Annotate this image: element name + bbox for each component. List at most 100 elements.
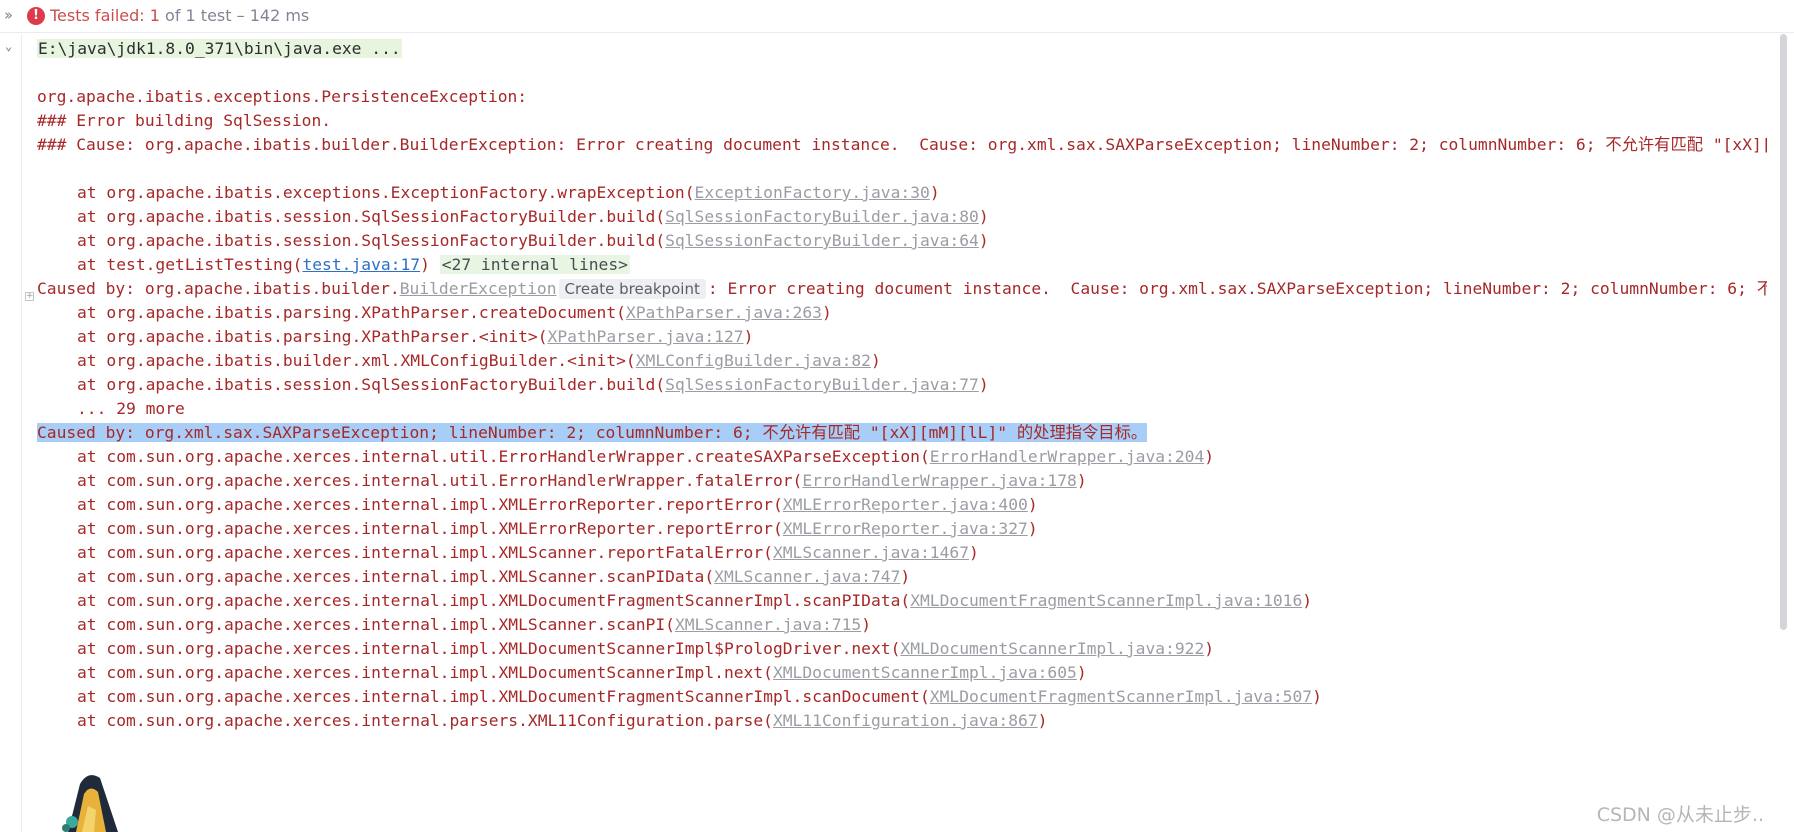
source-link[interactable]: XMLScanner.java:747 [714,567,900,586]
stack-frame-method: at org.apache.ibatis.builder.xml.XMLConf… [77,351,636,370]
stack-frame-close: ) [969,543,979,562]
source-link[interactable]: XPathParser.java:127 [548,327,744,346]
stack-frame-close: ) [900,567,911,586]
failed-count: 1 [149,6,160,25]
exception-line: ### Error building SqlSession. [37,111,332,130]
stack-frame: at com.sun.org.apache.xerces.internal.im… [37,685,1322,709]
source-link[interactable]: XMLConfigBuilder.java:82 [636,351,871,370]
command-text: E:\java\jdk1.8.0_371\bin\java.exe ... [37,39,402,58]
stack-frame-method: at com.sun.org.apache.xerces.internal.im… [77,519,783,538]
stack-frame-method: at com.sun.org.apache.xerces.internal.pa… [77,711,773,730]
stack-frame-close: ) [1204,639,1215,658]
stack-frame-method: at org.apache.ibatis.session.SqlSessionF… [77,207,666,226]
stack-frame-method: at com.sun.org.apache.xerces.internal.im… [77,663,773,682]
source-link[interactable]: SqlSessionFactoryBuilder.java:77 [665,375,979,394]
stack-frame-method: at org.apache.ibatis.parsing.XPathParser… [77,327,548,346]
stack-frame: at com.sun.org.apache.xerces.internal.im… [37,661,1087,685]
source-link[interactable]: test.java:17 [302,255,420,274]
stack-frame: at com.sun.org.apache.xerces.internal.im… [37,565,910,589]
source-link[interactable]: SqlSessionFactoryBuilder.java:80 [665,207,979,226]
stack-frame-close: ) [861,615,871,634]
scrollbar-thumb[interactable] [1780,34,1787,630]
exception-class-link[interactable]: BuilderException [400,279,557,298]
source-link[interactable]: XMLScanner.java:1467 [773,543,969,562]
stack-frame-close: ) [978,231,989,250]
stack-frame-method: at com.sun.org.apache.xerces.internal.ut… [77,447,930,466]
caused-by-line[interactable]: Caused by: org.xml.sax.SAXParseException… [37,421,1148,445]
stack-frame: at org.apache.ibatis.session.SqlSessionF… [37,205,989,229]
stack-frame: at com.sun.org.apache.xerces.internal.im… [37,493,1038,517]
source-link[interactable]: XMLErrorReporter.java:327 [783,519,1028,538]
stack-frame-method: at com.sun.org.apache.xerces.internal.im… [77,567,715,586]
command-line: E:\java\jdk1.8.0_371\bin\java.exe ... [37,37,402,61]
exception-line: org.apache.ibatis.exceptions.Persistence… [37,87,537,106]
stack-frame-method: at com.sun.org.apache.xerces.internal.im… [77,615,675,634]
stack-frame: at com.sun.org.apache.xerces.internal.pa… [37,709,1047,733]
stack-frame-close: ) [1076,663,1087,682]
stack-frame: at org.apache.ibatis.parsing.XPathParser… [37,325,753,349]
source-link[interactable]: XMLDocumentFragmentScannerImpl.java:1016 [910,591,1302,610]
source-link[interactable]: ErrorHandlerWrapper.java:178 [802,471,1076,490]
source-link[interactable]: XMLDocumentScannerImpl.java:605 [773,663,1077,682]
stack-frame-method: at org.apache.ibatis.session.SqlSessionF… [77,231,666,250]
chevron-down-icon[interactable]: ⌄ [5,40,17,52]
stack-frame-method: at org.apache.ibatis.parsing.XPathParser… [77,303,626,322]
stack-frame-method: at com.sun.org.apache.xerces.internal.im… [77,687,930,706]
source-link[interactable]: XML11Configuration.java:867 [773,711,1038,730]
stack-frame-close: ) [929,183,940,202]
stack-frame: at com.sun.org.apache.xerces.internal.im… [37,517,1038,541]
fold-plus-icon[interactable]: + [25,292,34,301]
source-link[interactable]: XPathParser.java:263 [626,303,822,322]
watermark: CSDN @从未止步.. [1596,804,1764,826]
stack-frame: at test.getListTesting(test.java:17) <27… [37,253,630,277]
create-breakpoint-hint[interactable]: Create breakpoint [558,279,706,299]
test-status-bar: ›› ! Tests failed: 1 of 1 test – 142 ms [0,0,1794,33]
stack-frame-close: ) [1037,711,1048,730]
stack-frame-method: at org.apache.ibatis.session.SqlSessionF… [77,375,666,394]
source-link[interactable]: XMLDocumentFragmentScannerImpl.java:507 [930,687,1312,706]
failed-label: Tests failed: [50,6,145,25]
source-link[interactable]: ExceptionFactory.java:30 [695,183,930,202]
source-link[interactable]: XMLScanner.java:715 [675,615,861,634]
source-link[interactable]: XMLErrorReporter.java:400 [783,495,1028,514]
internal-lines-toggle[interactable]: <27 internal lines> [439,255,630,274]
caused-by-prefix: Caused by: org.apache.ibatis.builder. [37,279,400,298]
test-status-text: Tests failed: 1 of 1 test – 142 ms [50,6,309,25]
console-gutter [0,34,22,832]
vertical-scrollbar[interactable] [1777,34,1794,832]
stack-frame-method: at com.sun.org.apache.xerces.internal.im… [77,591,911,610]
selected-text: Caused by: org.xml.sax.SAXParseException… [37,423,1148,442]
stack-frame: at com.sun.org.apache.xerces.internal.im… [37,541,979,565]
stack-frame-close: ) [420,255,430,274]
source-link[interactable]: SqlSessionFactoryBuilder.java:64 [665,231,979,250]
stack-frame-close: ) [1312,687,1322,706]
stack-frame: at org.apache.ibatis.builder.xml.XMLConf… [37,349,881,373]
double-chevron-right-icon[interactable]: ›› [4,6,13,24]
stack-frame-method: at test.getListTesting( [77,255,303,274]
source-link[interactable]: XMLDocumentScannerImpl.java:922 [900,639,1204,658]
stack-frame-close: ) [1027,519,1038,538]
source-link[interactable]: ErrorHandlerWrapper.java:204 [930,447,1204,466]
stack-frame: at org.apache.ibatis.session.SqlSessionF… [37,229,989,253]
stack-frame-close: ) [978,207,989,226]
stack-frame-method: at com.sun.org.apache.xerces.internal.im… [77,495,783,514]
stack-frame: at com.sun.org.apache.xerces.internal.im… [37,637,1214,661]
stack-frame: at com.sun.org.apache.xerces.internal.im… [37,613,871,637]
exception-line: ### Cause: org.apache.ibatis.builder.Bui… [37,135,1767,154]
stack-frame: at org.apache.ibatis.exceptions.Exceptio… [37,181,940,205]
caused-by-line: Caused by: org.apache.ibatis.builder.Bui… [37,277,1767,301]
caused-by-message: : Error creating document instance. Caus… [707,279,1767,298]
stack-frame: at com.sun.org.apache.xerces.internal.im… [37,589,1312,613]
test-run-detail: of 1 test – 142 ms [165,6,310,25]
stack-frame-close: ) [978,375,989,394]
decorative-avatar-image [62,775,118,832]
stack-frame-close: ) [1302,591,1313,610]
console-output[interactable]: E:\java\jdk1.8.0_371\bin\java.exe ... or… [37,37,1767,832]
error-circle-icon: ! [27,7,45,25]
stack-frame: at com.sun.org.apache.xerces.internal.ut… [37,469,1087,493]
stack-frame-close: ) [1204,447,1215,466]
stack-frame-method: at com.sun.org.apache.xerces.internal.ut… [77,471,803,490]
stack-frame-method: at com.sun.org.apache.xerces.internal.im… [77,639,901,658]
stack-frame-close: ) [1027,495,1038,514]
stack-frame-close: ) [871,351,881,370]
